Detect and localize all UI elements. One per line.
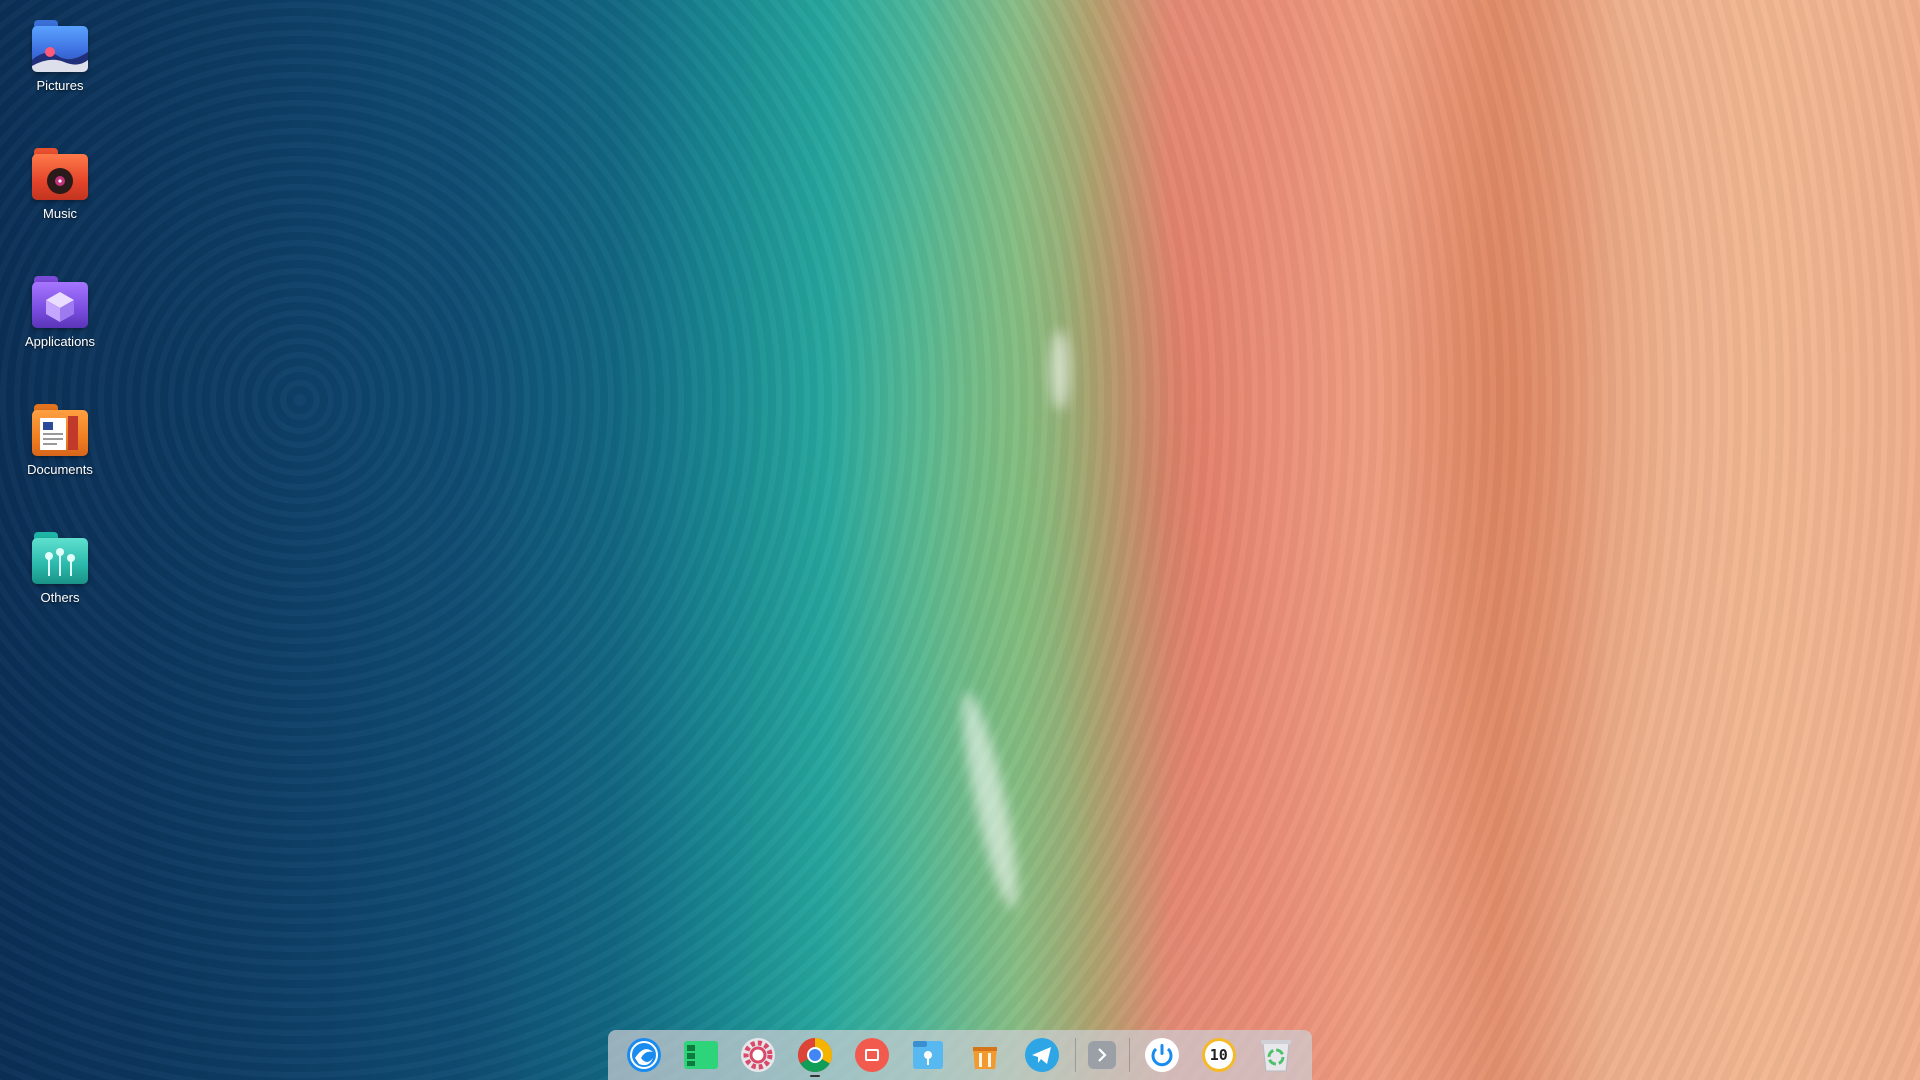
dock-separator — [1074, 1038, 1076, 1072]
chrome-icon — [796, 1036, 834, 1074]
telegram-icon — [1023, 1036, 1061, 1074]
wave-foam — [1050, 330, 1070, 410]
others-folder-icon — [32, 532, 88, 584]
dock-launcher[interactable] — [619, 1032, 670, 1078]
settings-icon — [739, 1036, 777, 1074]
screen-recorder-icon — [853, 1036, 891, 1074]
expand-tray-icon — [1087, 1040, 1117, 1070]
clock-icon: 10 — [1200, 1036, 1238, 1074]
dock-settings[interactable] — [733, 1032, 784, 1078]
desktop-item-documents[interactable]: Documents — [0, 384, 120, 494]
dock-trash[interactable] — [1250, 1032, 1301, 1078]
desktop-item-others[interactable]: Others — [0, 512, 120, 622]
wallpaper-texture — [0, 0, 1920, 1080]
dock-file-manager[interactable] — [903, 1032, 954, 1078]
desktop-item-music[interactable]: Music — [0, 128, 120, 238]
desktop-item-label: Pictures — [36, 78, 84, 93]
app-store-icon — [967, 1037, 1003, 1073]
desktop-item-label: Applications — [24, 334, 96, 349]
dock-power[interactable] — [1137, 1032, 1188, 1078]
desktop-item-applications[interactable]: Applications — [0, 256, 120, 366]
dock: 10 — [608, 1030, 1312, 1080]
file-manager-icon — [910, 1037, 946, 1073]
desktop[interactable]: Pictures Music Applications Documents Ot… — [0, 0, 1920, 1080]
trash-icon — [1259, 1037, 1293, 1073]
dock-expand-tray[interactable] — [1082, 1032, 1121, 1078]
applications-folder-icon — [32, 276, 88, 328]
multitasking-icon — [683, 1039, 719, 1071]
launcher-icon — [625, 1036, 663, 1074]
dock-chrome[interactable] — [789, 1032, 840, 1078]
wave-foam — [952, 689, 1028, 911]
pictures-folder-icon — [32, 20, 88, 72]
dock-app-store[interactable] — [960, 1032, 1011, 1078]
dock-telegram[interactable] — [1017, 1032, 1068, 1078]
documents-folder-icon — [32, 404, 88, 456]
dock-clock[interactable]: 10 — [1193, 1032, 1244, 1078]
music-folder-icon — [32, 148, 88, 200]
power-icon — [1143, 1036, 1181, 1074]
dock-multitasking[interactable] — [676, 1032, 727, 1078]
desktop-item-label: Documents — [27, 462, 93, 477]
dock-separator — [1128, 1038, 1130, 1072]
desktop-item-pictures[interactable]: Pictures — [0, 0, 120, 110]
desktop-item-label: Others — [40, 590, 80, 605]
running-indicator — [809, 1075, 820, 1077]
clock-text: 10 — [1209, 1046, 1228, 1064]
dock-screen-recorder[interactable] — [846, 1032, 897, 1078]
desktop-item-label: Music — [43, 206, 77, 221]
